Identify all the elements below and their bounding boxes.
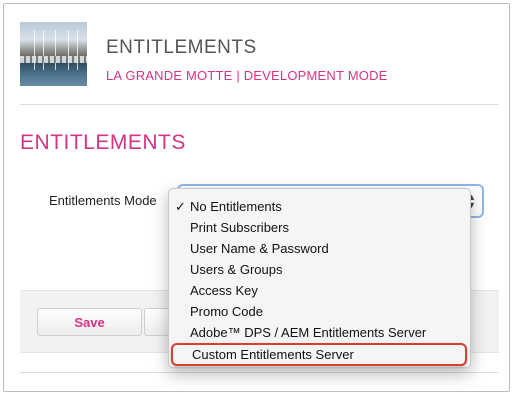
- menu-item-adobe-dps-aem[interactable]: Adobe™ DPS / AEM Entitlements Server: [169, 322, 470, 343]
- menu-item-custom-entitlements-server[interactable]: Custom Entitlements Server: [171, 343, 467, 366]
- menu-item-label: Users & Groups: [190, 262, 283, 277]
- entitlements-mode-label: Entitlements Mode: [49, 193, 157, 208]
- page-header-subtitle: LA GRANDE MOTTE | DEVELOPMENT MODE: [106, 68, 388, 83]
- menu-item-promo-code[interactable]: Promo Code: [169, 301, 470, 322]
- menu-item-label: User Name & Password: [190, 241, 329, 256]
- header-divider: [20, 104, 499, 105]
- page-header-title: ENTITLEMENTS: [106, 37, 257, 58]
- menu-item-print-subscribers[interactable]: Print Subscribers: [169, 217, 470, 238]
- menu-item-users-groups[interactable]: Users & Groups: [169, 259, 470, 280]
- save-button[interactable]: Save: [37, 308, 142, 336]
- menu-item-user-name-password[interactable]: User Name & Password: [169, 238, 470, 259]
- menu-item-access-key[interactable]: Access Key: [169, 280, 470, 301]
- menu-item-label: Print Subscribers: [190, 220, 289, 235]
- entitlements-mode-dropdown: ✓ No Entitlements Print Subscribers User…: [168, 188, 471, 368]
- checkmark-icon: ✓: [175, 199, 186, 214]
- harbor-thumbnail: [20, 22, 87, 86]
- section-title: ENTITLEMENTS: [20, 131, 186, 154]
- menu-item-no-entitlements[interactable]: ✓ No Entitlements: [169, 196, 470, 217]
- footer-divider: [20, 372, 499, 373]
- menu-item-label: Promo Code: [190, 304, 263, 319]
- menu-item-label: Custom Entitlements Server: [192, 347, 354, 362]
- menu-item-label: Adobe™ DPS / AEM Entitlements Server: [190, 325, 427, 340]
- menu-item-label: Access Key: [190, 283, 258, 298]
- menu-item-label: No Entitlements: [190, 199, 282, 214]
